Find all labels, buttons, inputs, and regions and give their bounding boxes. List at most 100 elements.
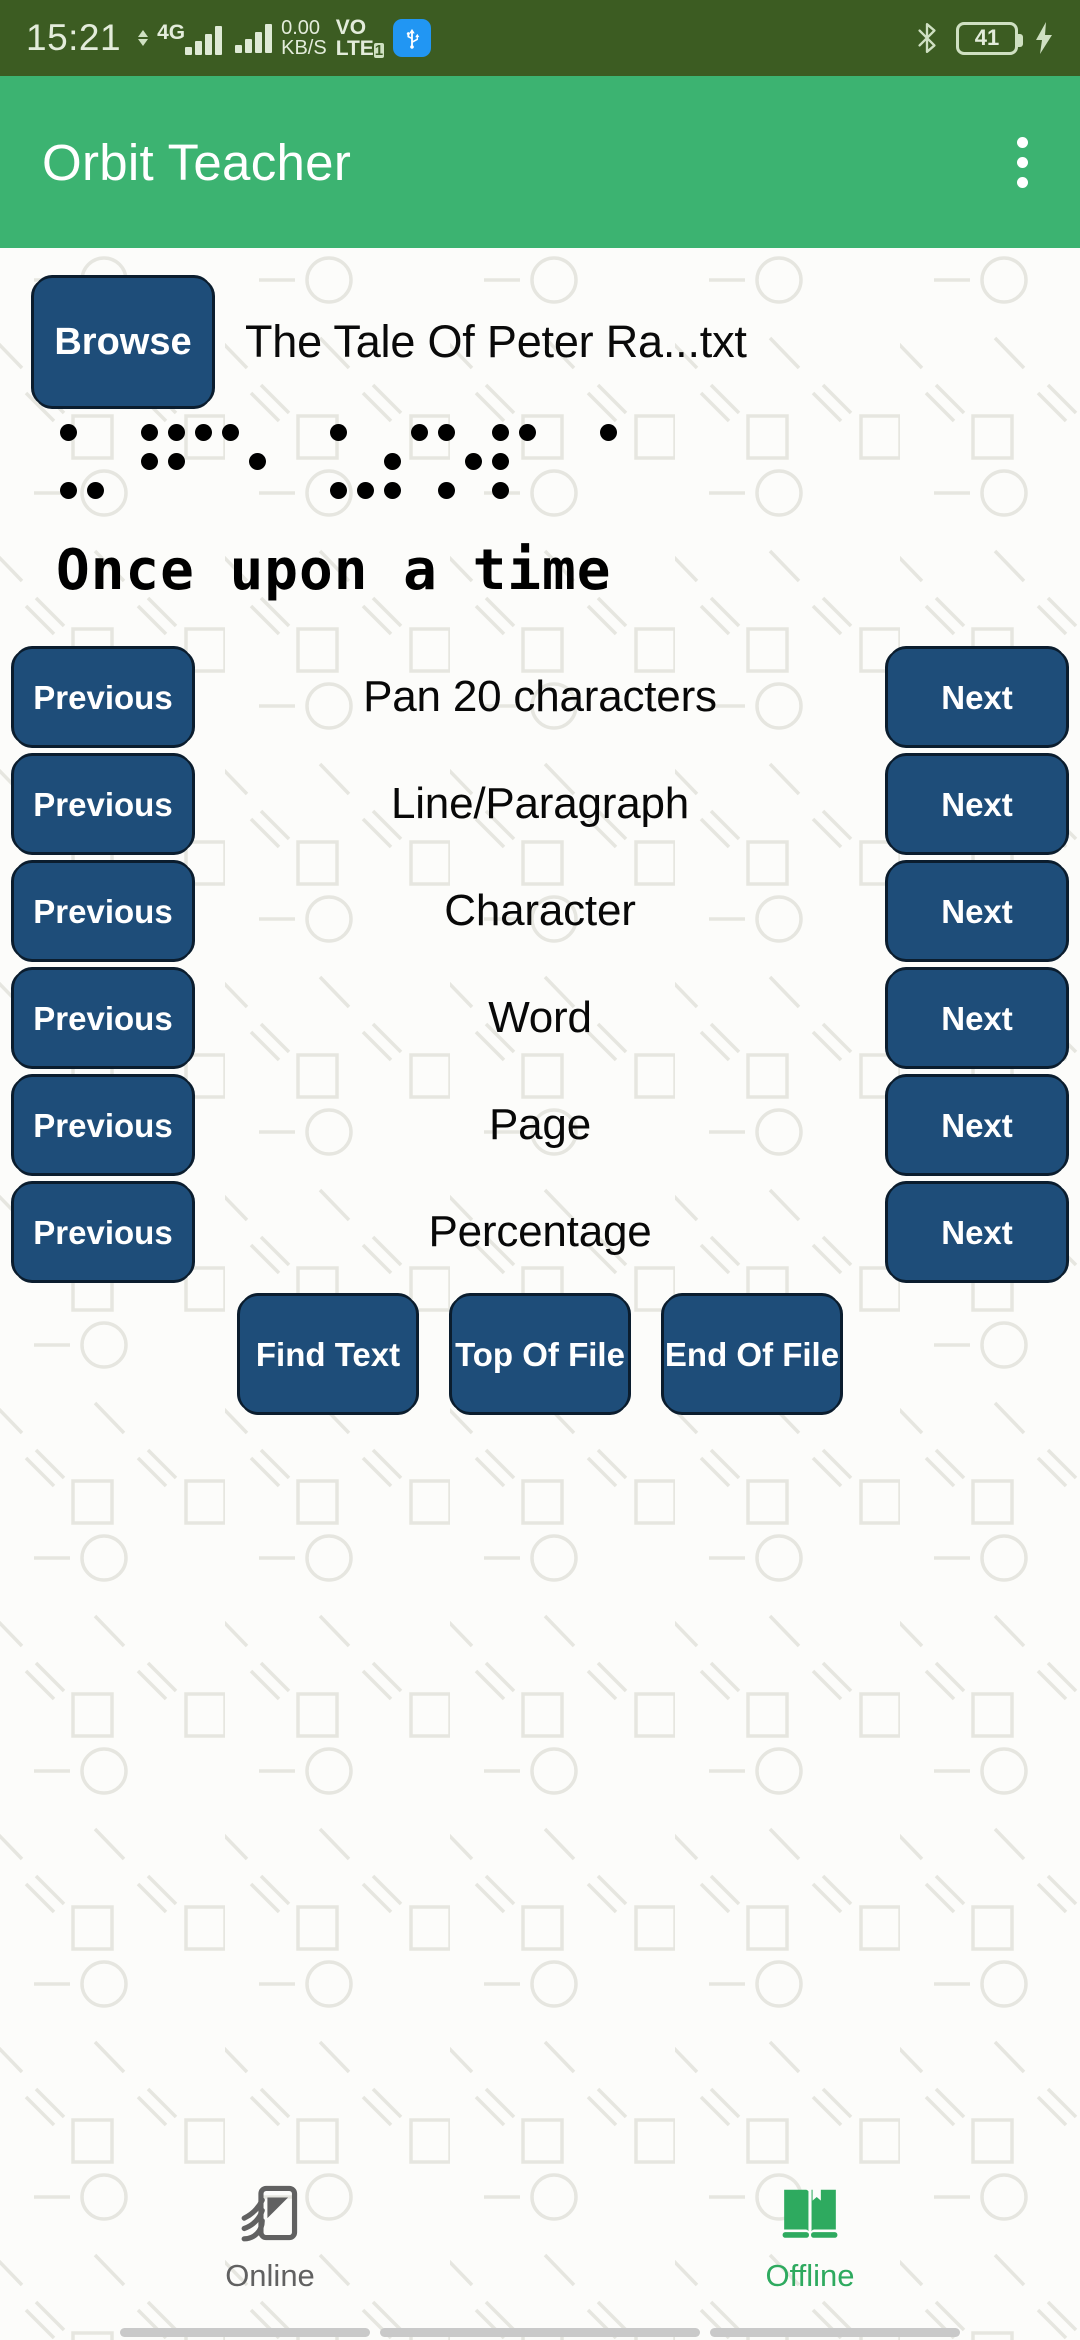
data-transfer-arrows-icon — [138, 30, 149, 46]
open-book-icon — [779, 2182, 841, 2244]
braille-dot — [492, 453, 509, 470]
navigation-unit-label: Character — [444, 886, 636, 935]
app-bar: Orbit Teacher — [0, 76, 1080, 248]
braille-dot — [465, 453, 482, 470]
bottom-navigation: Online Offline — [0, 2160, 1080, 2340]
signal-group-1: 4G — [157, 20, 223, 55]
braille-cell — [218, 418, 272, 514]
next-button[interactable]: Next — [888, 1077, 1066, 1173]
end-of-file-button[interactable]: End Of File — [664, 1296, 840, 1412]
braille-cell — [164, 418, 218, 514]
data-rate-unit: KB/S — [281, 37, 327, 59]
page-title: Orbit Teacher — [42, 133, 352, 191]
navigation-row: Previous Page Next — [0, 1077, 1080, 1173]
data-rate-value: 0.00 — [281, 16, 321, 39]
previous-button[interactable]: Previous — [14, 1077, 192, 1173]
gesture-bar-segment-left[interactable] — [120, 2327, 370, 2337]
braille-dot — [411, 424, 428, 441]
selected-file-name: The Tale Of Peter Ra...txt — [245, 316, 747, 367]
browse-button[interactable]: Browse — [34, 278, 212, 406]
usb-icon — [393, 19, 432, 57]
previous-button[interactable]: Previous — [14, 756, 192, 852]
braille-dot — [330, 482, 347, 499]
braille-dot — [492, 424, 509, 441]
data-rate-indicator: 0.00 KB/S — [281, 16, 327, 59]
status-clock: 15:21 — [26, 17, 122, 58]
braille-dot — [357, 482, 374, 499]
braille-dot — [492, 482, 509, 499]
braille-dot — [384, 453, 401, 470]
charging-bolt-icon — [1034, 22, 1054, 54]
gesture-bar-segment-right[interactable] — [710, 2327, 960, 2337]
braille-cell — [56, 418, 110, 514]
braille-dot — [249, 453, 266, 470]
braille-dot — [438, 424, 455, 441]
gesture-navigation-bar[interactable] — [0, 2324, 1080, 2340]
previous-button[interactable]: Previous — [14, 863, 192, 959]
action-buttons-row: Find Text Top Of File End Of File — [0, 1296, 1080, 1412]
navigation-row: Previous Character Next — [0, 863, 1080, 959]
previous-button[interactable]: Previous — [14, 649, 192, 745]
find-text-button[interactable]: Find Text — [240, 1296, 416, 1412]
braille-dot — [438, 482, 455, 499]
previous-button[interactable]: Previous — [14, 1184, 192, 1280]
battery-level-label: 41 — [974, 25, 1000, 50]
braille-dot — [87, 482, 104, 499]
braille-cell — [326, 418, 380, 514]
braille-dot — [222, 424, 239, 441]
bottom-nav-item-online[interactable]: Online — [0, 2182, 540, 2294]
bottom-nav-label-offline: Offline — [765, 2258, 855, 2293]
braille-dot — [600, 424, 617, 441]
next-button[interactable]: Next — [888, 1184, 1066, 1280]
status-bar-right: 41 — [914, 21, 1054, 55]
navigation-row: Previous Pan 20 characters Next — [0, 649, 1080, 745]
signal-bars-sim1-icon — [185, 25, 223, 55]
bottom-nav-label-online: Online — [225, 2258, 315, 2293]
bottom-nav-item-offline[interactable]: Offline — [540, 2182, 1080, 2294]
braille-dot — [330, 424, 347, 441]
braille-dot — [519, 424, 536, 441]
braille-cell — [110, 418, 164, 514]
navigation-unit-label: Page — [489, 1100, 591, 1149]
signal-bars-sim2-icon — [235, 23, 273, 53]
braille-cell — [542, 418, 596, 514]
navigation-row: Previous Word Next — [0, 970, 1080, 1066]
status-bar: 15:21 4G 0.00 KB/S VO LTE1 41 — [0, 0, 1080, 76]
braille-dot — [141, 453, 158, 470]
braille-dot — [384, 482, 401, 499]
next-button[interactable]: Next — [888, 649, 1066, 745]
braille-cell — [272, 418, 326, 514]
navigation-unit-label: Pan 20 characters — [363, 672, 717, 721]
navigation-unit-label: Line/Paragraph — [390, 779, 690, 828]
status-bar-left: 15:21 4G 0.00 KB/S VO LTE1 — [26, 16, 432, 60]
next-button[interactable]: Next — [888, 756, 1066, 852]
next-button[interactable]: Next — [888, 970, 1066, 1066]
braille-display — [0, 406, 1080, 526]
previous-button[interactable]: Previous — [14, 970, 192, 1066]
navigation-row: Previous Percentage Next — [0, 1184, 1080, 1280]
braille-dot — [168, 424, 185, 441]
volte-top-label: VO — [335, 16, 367, 39]
navigation-row: Previous Line/Paragraph Next — [0, 756, 1080, 852]
battery-indicator: 41 — [956, 21, 1023, 55]
navigation-unit-label: Percentage — [428, 1207, 652, 1256]
volte-sim-number: 1 — [373, 42, 385, 59]
bluetooth-icon — [914, 21, 940, 55]
content-foreground: Browse The Tale Of Peter Ra...txt Once u… — [0, 248, 1080, 2340]
braille-dot — [195, 424, 212, 441]
braille-cell — [434, 418, 488, 514]
phone-screen: 15:21 4G 0.00 KB/S VO LTE1 41 Orbit Teac… — [0, 0, 1080, 2340]
top-of-file-button[interactable]: Top Of File — [452, 1296, 628, 1412]
gesture-bar-segment-center[interactable] — [380, 2327, 700, 2337]
braille-dot — [168, 453, 185, 470]
file-selection-row: Browse The Tale Of Peter Ra...txt — [0, 278, 1080, 406]
cast-screen-icon — [239, 2182, 301, 2244]
braille-dot — [60, 424, 77, 441]
braille-cell — [596, 418, 650, 514]
network-type-label: 4G — [157, 20, 186, 44]
volte-bottom-label: LTE — [335, 37, 374, 60]
braille-dot — [141, 424, 158, 441]
more-vert-icon[interactable] — [1007, 123, 1038, 202]
navigation-unit-label: Word — [488, 993, 592, 1042]
next-button[interactable]: Next — [888, 863, 1066, 959]
